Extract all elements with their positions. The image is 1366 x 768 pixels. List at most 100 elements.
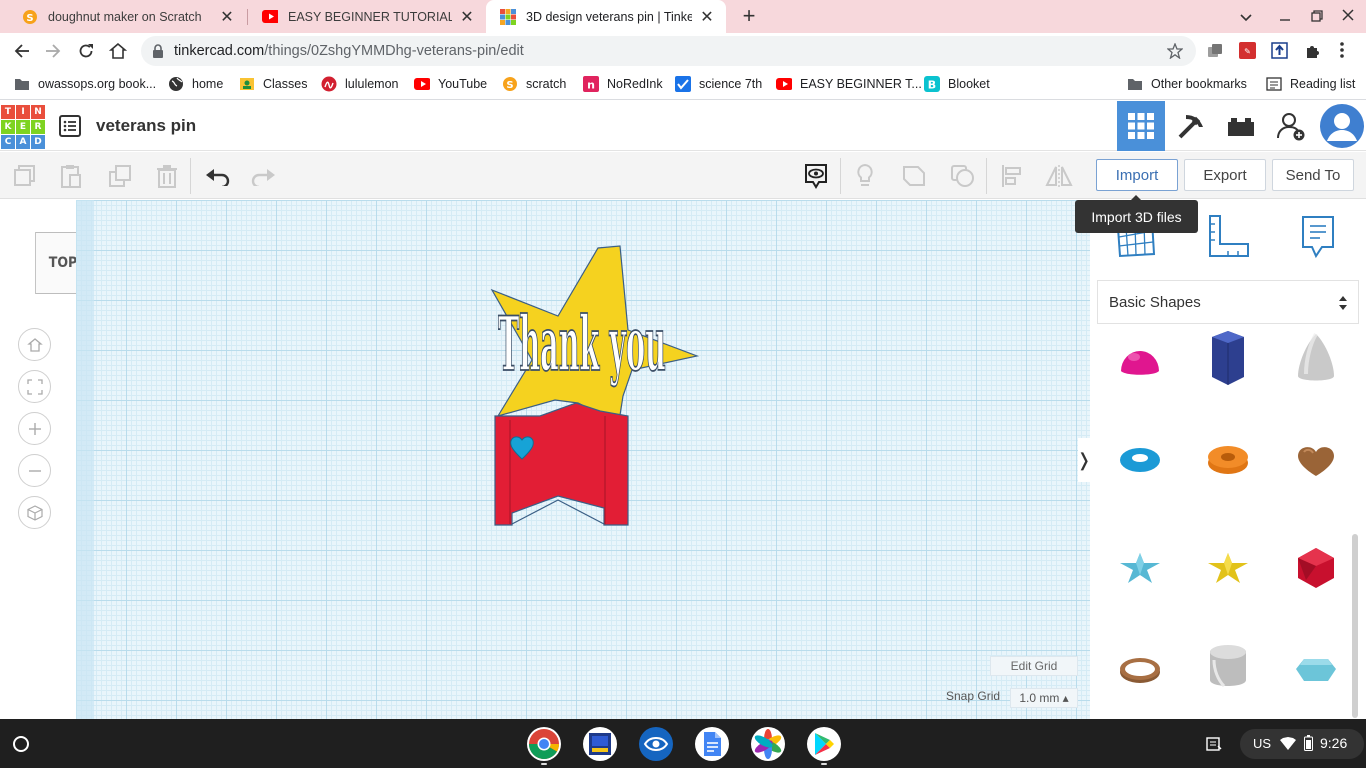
minimize-icon[interactable] [1278, 9, 1292, 23]
group-icon[interactable] [898, 160, 930, 192]
play-store-icon[interactable] [807, 727, 841, 761]
design-title[interactable]: veterans pin [96, 116, 196, 136]
launcher-icon[interactable] [13, 736, 29, 752]
app-icon-edu[interactable] [583, 727, 617, 761]
tube-shape[interactable] [1198, 430, 1258, 490]
bricks-view-button[interactable] [1217, 101, 1265, 151]
upload-extension-icon[interactable] [1271, 42, 1288, 59]
invite-user-button[interactable] [1267, 101, 1315, 151]
paste-icon[interactable] [55, 160, 87, 192]
align-icon[interactable] [996, 160, 1028, 192]
back-icon[interactable] [8, 37, 36, 65]
ring-shape[interactable] [1110, 640, 1170, 700]
bookmark-easy-beginner[interactable]: EASY BEGINNER T... [776, 75, 922, 93]
bookmark-blooket[interactable]: B Blooket [924, 75, 990, 93]
polygon-prism-shape[interactable] [1198, 328, 1258, 388]
forward-icon[interactable] [39, 37, 67, 65]
blocks-view-button[interactable] [1167, 101, 1215, 151]
show-all-icon[interactable] [800, 160, 832, 192]
tab-tinkercad[interactable]: 3D design veterans pin | Tinkerca ✕ [486, 0, 726, 33]
close-icon[interactable]: ✕ [698, 7, 716, 27]
undo-icon[interactable] [201, 160, 233, 192]
lock-icon[interactable] [152, 44, 164, 58]
star-blue-shape[interactable] [1110, 538, 1170, 598]
panel-scrollbar[interactable] [1352, 534, 1358, 718]
logo-letter: T [1, 105, 15, 119]
edit-grid-button[interactable]: Edit Grid [990, 656, 1078, 676]
pdf-extension-icon[interactable]: ✎ [1239, 42, 1256, 59]
reading-list[interactable]: Reading list [1266, 75, 1355, 93]
toolbar-divider [986, 158, 987, 194]
half-sphere-shape[interactable] [1110, 330, 1170, 390]
toolbar-divider [840, 158, 841, 194]
fit-view-icon[interactable] [18, 370, 51, 403]
chrome-icon[interactable] [527, 727, 561, 761]
extension-icon[interactable] [1207, 43, 1223, 59]
home-view-icon[interactable] [18, 328, 51, 361]
heart-3d-shape[interactable] [1286, 430, 1346, 490]
zoom-in-icon[interactable] [18, 412, 51, 445]
photos-app-icon[interactable] [751, 727, 785, 761]
bookmark-science[interactable]: science 7th [675, 75, 762, 93]
bookmark-star-icon[interactable] [1167, 43, 1183, 59]
ungroup-icon[interactable] [947, 160, 979, 192]
panel-collapse-toggle[interactable]: ❭ [1076, 438, 1092, 482]
zoom-out-icon[interactable] [18, 454, 51, 487]
mirror-icon[interactable] [1043, 160, 1075, 192]
bookmark-lululemon[interactable]: lululemon [321, 75, 399, 93]
star-yellow-shape[interactable] [1198, 538, 1258, 598]
workplane-canvas[interactable]: Thank you Edit Grid Snap Grid 1.0 mm ▴ ❭ [76, 200, 1092, 719]
reload-icon[interactable] [72, 37, 100, 65]
redo-icon[interactable] [248, 160, 280, 192]
window-close-icon[interactable] [1341, 8, 1355, 22]
eye-app-icon[interactable] [639, 727, 673, 761]
bookmark-noredink[interactable]: n NoRedInk [583, 75, 663, 93]
close-icon[interactable]: ✕ [458, 7, 476, 27]
ruler-tool-icon[interactable] [1206, 214, 1250, 258]
logo-letter: I [16, 105, 30, 119]
perspective-icon[interactable] [18, 496, 51, 529]
docs-icon[interactable] [695, 727, 729, 761]
duplicate-icon[interactable] [104, 160, 136, 192]
logo-letter: N [31, 105, 45, 119]
send-to-button[interactable]: Send To [1272, 159, 1354, 191]
menu-kebab-icon[interactable] [1339, 41, 1345, 59]
home-icon[interactable] [104, 37, 132, 65]
bookmark-owassops[interactable]: owassops.org book... [14, 75, 156, 93]
tinkercad-logo[interactable]: T I N K E R C A D [1, 105, 45, 149]
address-bar[interactable]: tinkercad.com/things/0ZshgYMMDhg-veteran… [141, 36, 1196, 66]
torus-shape[interactable] [1110, 430, 1170, 490]
bookmark-youtube[interactable]: YouTube [414, 75, 487, 93]
tab-scratch[interactable]: S doughnut maker on Scratch ✕ [8, 0, 246, 33]
export-button[interactable]: Export [1184, 159, 1266, 191]
clipboard-tray-icon[interactable] [1206, 736, 1222, 752]
3d-design-view-button[interactable] [1117, 101, 1165, 151]
copy-icon[interactable] [8, 160, 40, 192]
snap-grid-select[interactable]: 1.0 mm ▴ [1010, 688, 1078, 708]
gem-shape[interactable] [1286, 640, 1346, 700]
bookmark-scratch[interactable]: S scratch [502, 75, 566, 93]
delete-icon[interactable] [151, 160, 183, 192]
bookmark-classes[interactable]: Classes [239, 75, 307, 93]
restore-icon[interactable] [1310, 9, 1324, 23]
new-tab-button[interactable]: + [737, 4, 761, 28]
svg-text:B: B [928, 79, 936, 92]
avatar[interactable] [1318, 101, 1366, 151]
lululemon-icon [321, 76, 337, 92]
import-button[interactable]: Import [1096, 159, 1178, 191]
tab-youtube[interactable]: EASY BEGINNER TUTORIAL: Mak ✕ [248, 0, 486, 33]
icosahedron-shape[interactable] [1286, 538, 1346, 598]
rounded-box-shape[interactable] [1198, 636, 1258, 696]
bookmark-home[interactable]: home [168, 75, 223, 93]
extensions-puzzle-icon[interactable] [1304, 42, 1321, 59]
running-indicator [541, 763, 547, 765]
design-list-icon[interactable] [59, 115, 81, 137]
tab-search-icon[interactable] [1238, 9, 1254, 25]
veterans-pin-model[interactable]: Thank you [480, 238, 720, 538]
bookmark-other[interactable]: Other bookmarks [1127, 75, 1247, 93]
paraboloid-shape[interactable] [1286, 328, 1346, 388]
shape-category-select[interactable]: Basic Shapes [1097, 280, 1359, 324]
close-icon[interactable]: ✕ [218, 7, 236, 27]
notes-tool-icon[interactable] [1300, 214, 1336, 260]
lightbulb-icon[interactable] [849, 160, 881, 192]
